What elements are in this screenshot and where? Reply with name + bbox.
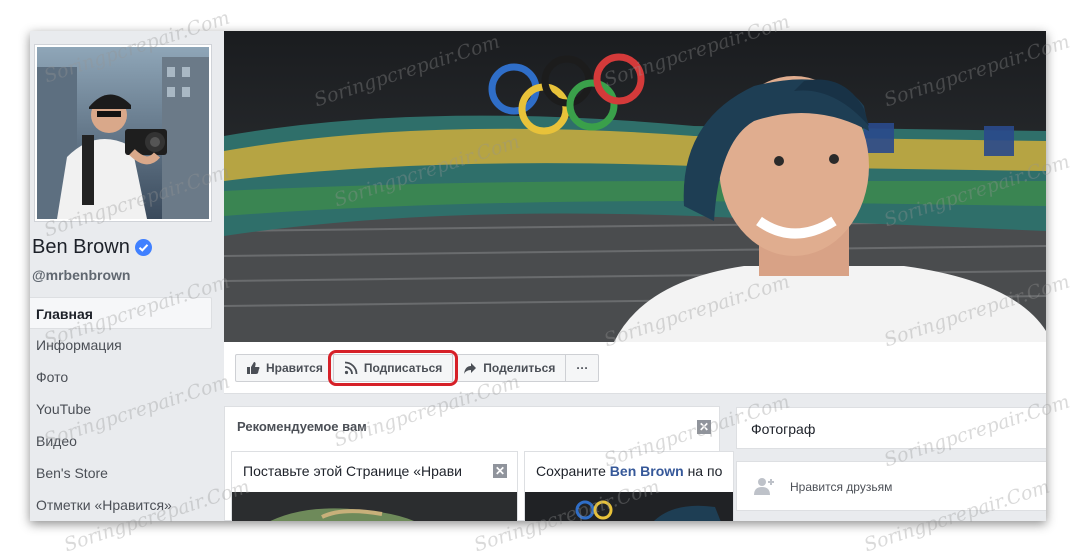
friends-like-label: Нравится друзьям — [790, 480, 893, 494]
card-save-name[interactable]: Ben Brown — [610, 463, 684, 479]
like-button-label: Нравится — [266, 361, 323, 375]
recommended-panel: Рекомендуемое вам ✕ Поставьте этой Стран… — [224, 406, 734, 521]
share-button-label: Поделиться — [483, 361, 556, 375]
like-button[interactable]: Нравится — [235, 354, 334, 382]
left-column: Ben Brown @mrbenbrown Главная Информация… — [30, 31, 220, 521]
page-handle[interactable]: @mrbenbrown — [32, 267, 130, 283]
card-save-prefix: Сохраните — [536, 463, 610, 479]
card-like-image — [232, 492, 517, 521]
nav-item-about[interactable]: Информация — [30, 329, 212, 361]
nav-item-home[interactable]: Главная — [30, 297, 212, 329]
page-category[interactable]: Фотограф — [751, 421, 815, 437]
page-nav: Главная Информация Фото YouTube Видео Be… — [30, 297, 212, 521]
nav-item-photos[interactable]: Фото — [30, 361, 212, 393]
rss-icon — [344, 361, 358, 375]
card-save-text: Сохраните Ben Brown на по — [536, 463, 733, 479]
recommended-title: Рекомендуемое вам — [237, 419, 367, 434]
page-name[interactable]: Ben Brown — [32, 236, 152, 259]
card-save-image — [525, 492, 733, 521]
more-options-button[interactable]: ··· — [565, 354, 600, 382]
page-action-bar: Нравится Подписаться Поделиться ··· — [224, 342, 1046, 394]
recommendation-card-like[interactable]: Поставьте этой Странице «Нрави ✕ — [231, 451, 518, 521]
verified-badge-icon — [134, 239, 152, 256]
cover-image — [224, 31, 1046, 342]
profile-picture[interactable] — [34, 44, 212, 222]
card-save-suffix: на по — [683, 463, 723, 479]
cover-photo[interactable] — [224, 31, 1046, 342]
nav-item-youtube[interactable]: YouTube — [30, 393, 212, 425]
action-buttons: Нравится Подписаться Поделиться ··· — [235, 350, 600, 386]
page-category-box: Фотограф — [736, 407, 1046, 449]
close-recommended-icon[interactable]: ✕ — [697, 420, 711, 434]
card-like-text: Поставьте этой Странице «Нрави — [243, 463, 462, 479]
share-button[interactable]: Поделиться — [452, 354, 567, 382]
friends-like-box: Нравится друзьям — [736, 461, 1046, 511]
add-friend-icon — [753, 477, 775, 498]
page-name-text: Ben Brown — [32, 236, 130, 258]
more-dots-icon: ··· — [576, 361, 589, 375]
nav-item-store[interactable]: Ben's Store — [30, 457, 212, 489]
share-arrow-icon — [463, 361, 477, 375]
nav-item-videos[interactable]: Видео — [30, 425, 212, 457]
recommendation-card-save[interactable]: Сохраните Ben Brown на по — [524, 451, 734, 521]
facebook-page: Ben Brown @mrbenbrown Главная Информация… — [30, 31, 1046, 521]
follow-button[interactable]: Подписаться — [327, 350, 459, 386]
nav-item-likes[interactable]: Отметки «Нравится» — [30, 489, 212, 521]
thumbs-up-icon — [246, 361, 260, 375]
follow-button-label: Подписаться — [363, 361, 443, 375]
close-card-icon[interactable]: ✕ — [493, 464, 507, 478]
profile-photo — [37, 47, 209, 219]
